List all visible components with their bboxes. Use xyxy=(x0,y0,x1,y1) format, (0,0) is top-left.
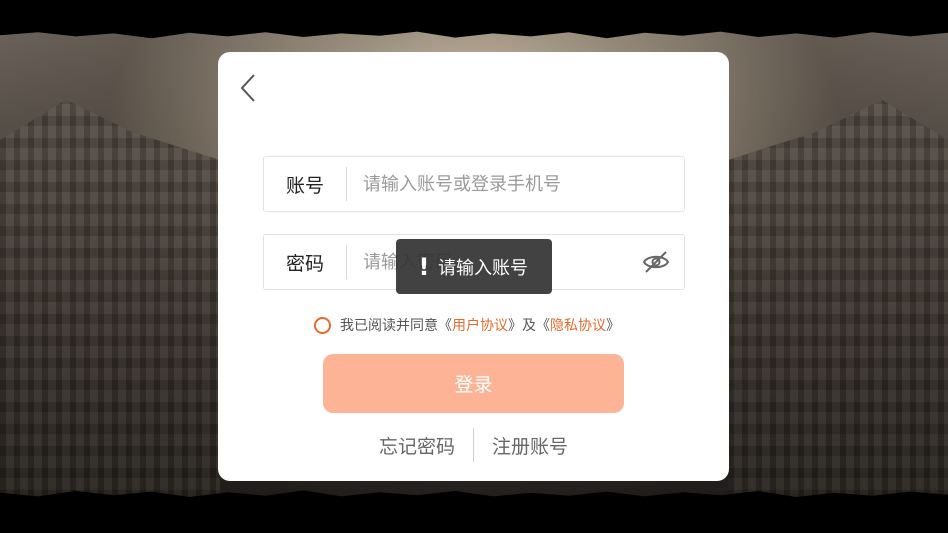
eye-off-icon xyxy=(642,251,670,273)
account-label: 账号 xyxy=(285,174,324,197)
register-link[interactable]: 注册账号 xyxy=(474,432,586,459)
account-field: 账号 xyxy=(263,156,685,212)
password-label: 密码 xyxy=(285,252,324,275)
agreement-row: 我已阅读并同意 《 用户协议 》 及 《 隐私协议 》 xyxy=(314,314,620,336)
back-button[interactable] xyxy=(236,72,262,104)
account-input[interactable] xyxy=(347,156,684,212)
toast-message: ! 请输入账号 xyxy=(396,239,552,294)
bracket-close: 》 xyxy=(508,318,522,334)
bracket-open: 《 xyxy=(536,318,550,334)
chevron-left-icon xyxy=(240,74,255,102)
forgot-password-link[interactable]: 忘记密码 xyxy=(361,432,473,459)
password-visibility-toggle[interactable] xyxy=(628,235,684,289)
agreement-prefix: 我已阅读并同意 xyxy=(340,318,438,334)
privacy-agreement-link[interactable]: 隐私协议 xyxy=(550,315,606,335)
agreement-and: 及 xyxy=(522,318,536,334)
login-button[interactable]: 登录 xyxy=(323,354,624,413)
bottom-links: 忘记密码 注册账号 xyxy=(218,428,729,462)
toast-text: 请输入账号 xyxy=(438,257,528,279)
exclamation-icon: ! xyxy=(418,252,430,281)
bracket-open: 《 xyxy=(438,318,452,334)
agreement-checkbox[interactable] xyxy=(314,316,331,334)
bracket-close: 》 xyxy=(606,318,620,334)
user-agreement-link[interactable]: 用户协议 xyxy=(452,315,508,335)
